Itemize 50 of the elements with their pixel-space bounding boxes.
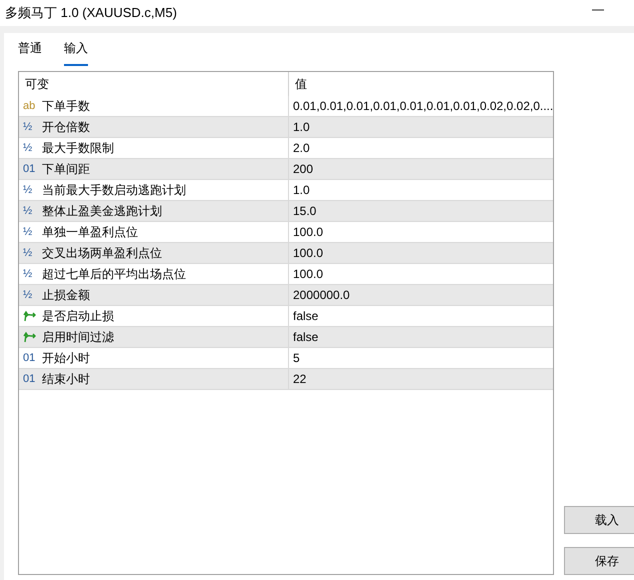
tab[interactable]: 输入 <box>64 38 88 66</box>
type-icon: ½ <box>23 184 37 196</box>
type-icon: ½ <box>23 289 37 301</box>
parameter-value[interactable]: 200 <box>293 162 314 176</box>
minimize-icon[interactable] <box>592 9 604 11</box>
parameter-value[interactable]: 100.0 <box>293 246 324 260</box>
parameter-name: 启用时间过滤 <box>42 328 114 346</box>
dialog-button[interactable]: 保存 <box>564 547 634 575</box>
type-icon: ab <box>23 100 37 112</box>
parameter-value[interactable]: 2.0 <box>293 141 310 155</box>
parameter-value[interactable]: false <box>293 330 318 344</box>
parameter-value[interactable]: 15.0 <box>293 204 316 218</box>
parameter-name: 下单间距 <box>42 160 90 178</box>
type-icon: ½ <box>23 205 37 217</box>
arrow-icon <box>23 331 37 343</box>
type-icon: ½ <box>23 121 37 133</box>
parameter-value[interactable]: 0.01,0.01,0.01,0.01,0.01,0.01,0.01,0.02,0.02,0.... <box>293 99 554 113</box>
type-icon: 01 <box>23 163 37 175</box>
column-header[interactable]: 可变 <box>19 72 289 96</box>
parameter-value[interactable]: 100.0 <box>293 267 324 281</box>
type-icon: 01 <box>23 352 37 364</box>
parameter-value[interactable]: 1.0 <box>293 183 310 197</box>
parameter-name: 是否启动止损 <box>42 308 114 324</box>
parameter-name: 最大手数限制 <box>42 140 114 156</box>
parameter-name: 超过七单后的平均出场点位 <box>42 266 186 282</box>
parameter-value[interactable]: 1.0 <box>293 120 310 134</box>
parameter-name: 开始小时 <box>42 350 90 366</box>
parameter-name: 开仓倍数 <box>42 118 90 136</box>
dialog-button[interactable]: 载入 <box>564 506 634 534</box>
parameter-value[interactable]: false <box>293 309 318 323</box>
parameter-name: 单独一单盈利点位 <box>42 224 138 240</box>
window-title: 多频马丁 1.0 (XAUUSD.c,M5) <box>5 4 177 22</box>
parameter-name: 下单手数 <box>42 98 90 114</box>
parameter-name: 整体止盈美金逃跑计划 <box>42 202 162 220</box>
parameter-value[interactable]: 100.0 <box>293 225 324 239</box>
parameter-value[interactable]: 2000000.0 <box>293 288 350 302</box>
type-icon: ½ <box>23 247 37 259</box>
parameter-name: 当前最大手数启动逃跑计划 <box>42 182 186 198</box>
type-icon: ½ <box>23 226 37 238</box>
type-icon: ½ <box>23 268 37 280</box>
type-icon: ½ <box>23 142 37 154</box>
column-header[interactable]: 值 <box>289 72 554 96</box>
parameter-value[interactable]: 22 <box>293 372 306 386</box>
type-icon: 01 <box>23 373 37 385</box>
parameter-name: 结束小时 <box>42 370 90 388</box>
parameter-name: 止损金额 <box>42 286 90 304</box>
arrow-icon <box>23 310 37 322</box>
parameter-value[interactable]: 5 <box>293 351 300 365</box>
tab[interactable]: 普通 <box>18 38 42 66</box>
parameter-name: 交叉出场两单盈利点位 <box>42 244 162 262</box>
